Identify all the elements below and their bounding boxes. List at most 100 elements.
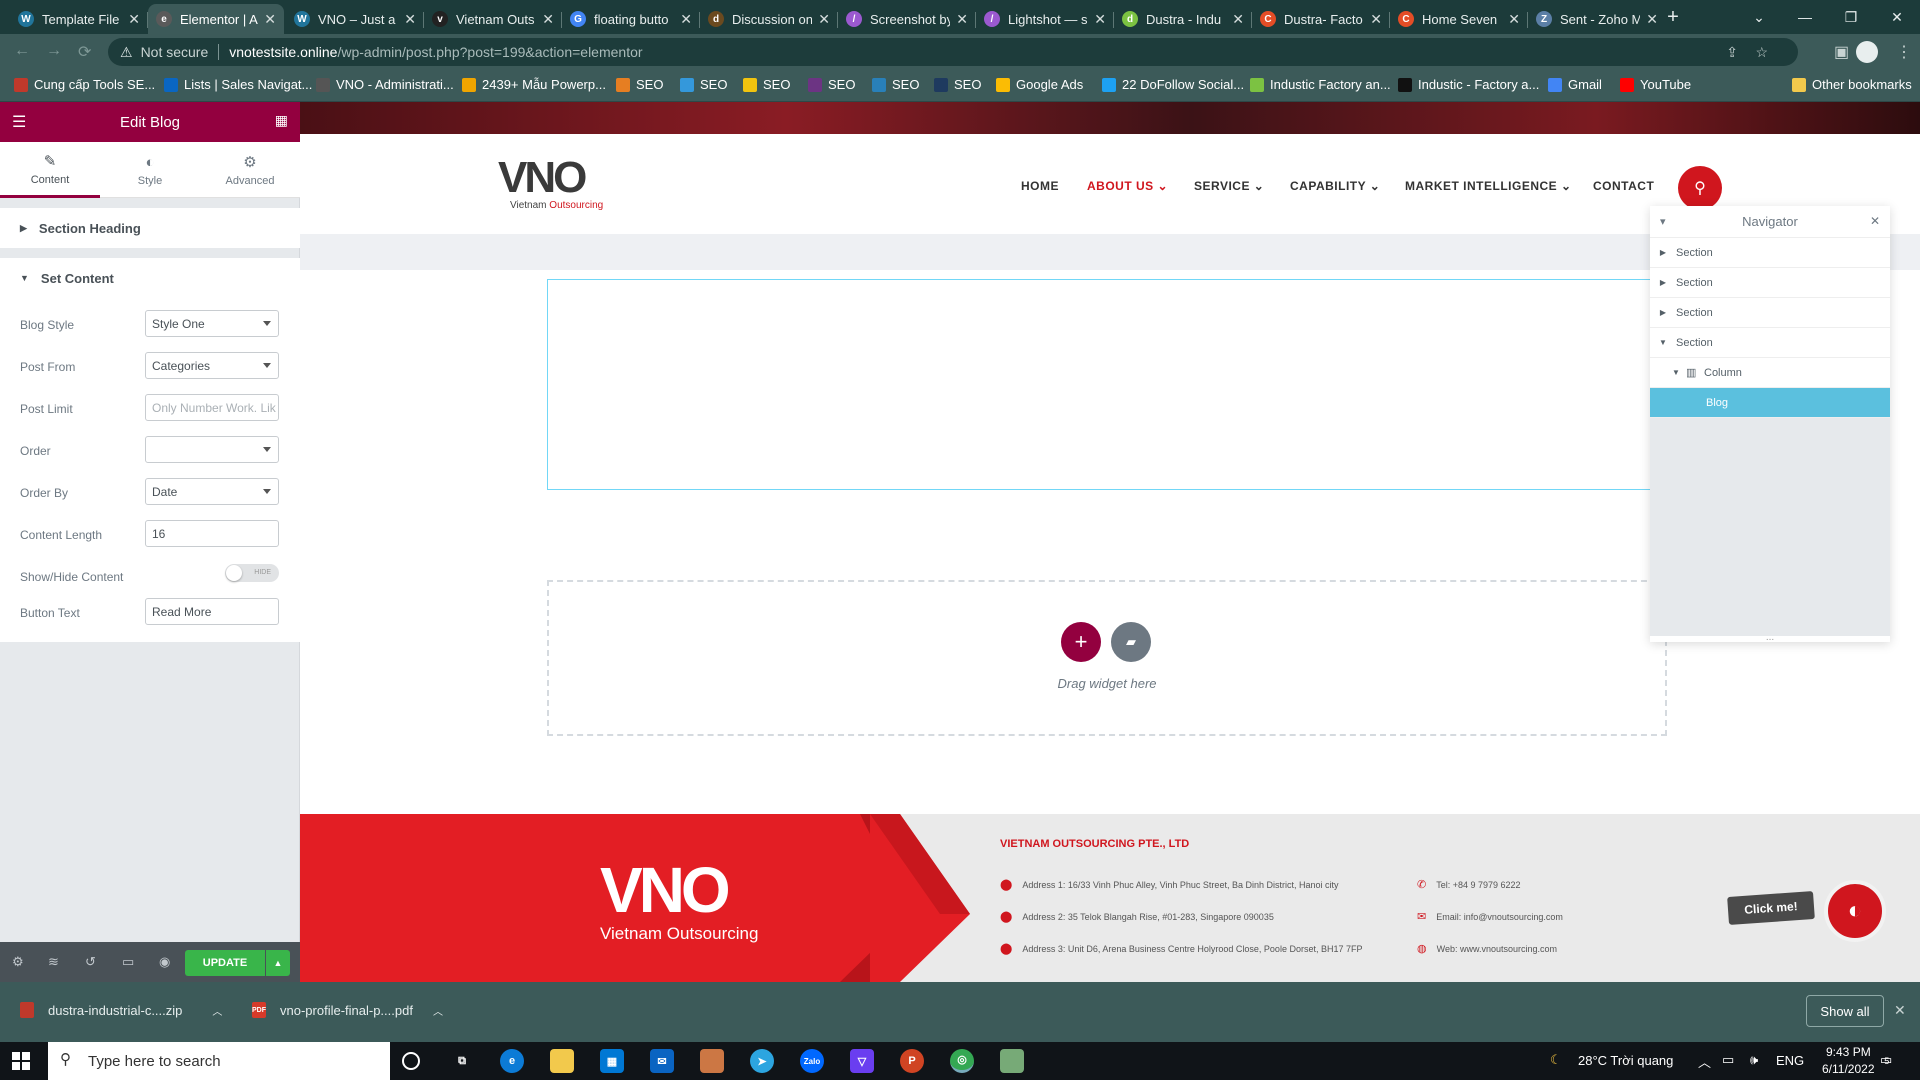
- tab-search-icon[interactable]: ⌄: [1736, 0, 1782, 34]
- cortana-icon[interactable]: [402, 1052, 420, 1070]
- set-content-toggle[interactable]: ▼ Set Content: [0, 258, 300, 298]
- clock-date[interactable]: 6/11/2022: [1822, 1062, 1875, 1076]
- order-select[interactable]: [145, 436, 279, 463]
- browser-tab[interactable]: Z Sent - Zoho M ✕: [1528, 4, 1666, 34]
- language-indicator[interactable]: ENG: [1776, 1053, 1804, 1068]
- hamburger-icon[interactable]: ☰: [12, 112, 26, 132]
- blog-widget-selected[interactable]: [547, 279, 1655, 490]
- other-bookmarks[interactable]: Other bookmarks: [1792, 77, 1912, 92]
- navigator-item[interactable]: ▶ Section: [1650, 238, 1890, 268]
- download-item[interactable]: PDF vno-profile-final-p....pdf ︿: [252, 1002, 443, 1018]
- bookmark-item[interactable]: SEO: [872, 77, 919, 92]
- download-item[interactable]: dustra-industrial-c....zip ︿: [20, 1002, 222, 1018]
- site-logo[interactable]: VNO Vietnam Outsourcing: [498, 156, 618, 216]
- chevron-up-icon[interactable]: ︿: [433, 1003, 443, 1018]
- close-tab-icon[interactable]: ✕: [818, 11, 830, 28]
- add-section-button[interactable]: +: [1061, 622, 1101, 662]
- menu-capability[interactable]: CAPABILITY ⌄: [1290, 179, 1380, 193]
- menu-kebab-icon[interactable]: ⋮: [1896, 42, 1912, 62]
- settings-icon[interactable]: ⚙: [12, 954, 24, 970]
- responsive-icon[interactable]: ▭: [122, 954, 134, 970]
- add-template-button[interactable]: ▰: [1111, 622, 1151, 662]
- bookmark-item[interactable]: Cung cấp Tools SE...: [14, 77, 155, 92]
- close-tab-icon[interactable]: ✕: [680, 11, 692, 28]
- browser-tab[interactable]: W VNO – Just a ✕: [286, 4, 424, 34]
- search-button[interactable]: ⚲: [1678, 166, 1722, 210]
- paint-icon[interactable]: [700, 1049, 724, 1073]
- browser-tab[interactable]: d Dustra - Indu ✕: [1114, 4, 1252, 34]
- collapse-all-icon[interactable]: ▾: [1660, 215, 1666, 228]
- bookmark-item[interactable]: Industic - Factory a...: [1398, 77, 1539, 92]
- navigator-item-blog[interactable]: Blog: [1650, 388, 1890, 418]
- menu-home[interactable]: HOME: [1021, 179, 1059, 193]
- windows-start-icon[interactable]: [12, 1052, 30, 1070]
- browser-tab[interactable]: W Template File ✕: [10, 4, 148, 34]
- bookmark-item[interactable]: Industic Factory an...: [1250, 77, 1391, 92]
- show-all-button[interactable]: Show all: [1806, 995, 1884, 1027]
- url-bar[interactable]: ⚠ Not secure vnotestsite.online /wp-admi…: [108, 38, 1798, 66]
- browser-tab[interactable]: Gfloating butto ✕: [562, 4, 700, 34]
- chevron-up-icon[interactable]: ︿: [212, 1003, 222, 1018]
- bookmark-item[interactable]: VNO - Administrati...: [316, 77, 454, 92]
- drop-zone[interactable]: + ▰ Drag widget here: [547, 580, 1667, 736]
- bookmark-item[interactable]: SEO: [616, 77, 663, 92]
- resize-handle[interactable]: ...: [1650, 632, 1890, 643]
- order-by-select[interactable]: Date: [145, 478, 279, 505]
- content-length-input[interactable]: 16: [145, 520, 279, 547]
- weather-icon[interactable]: ☾: [1550, 1052, 1562, 1068]
- new-tab-button[interactable]: +: [1650, 0, 1696, 34]
- close-tab-icon[interactable]: ✕: [1232, 11, 1244, 28]
- security-label[interactable]: Not secure: [141, 44, 209, 60]
- telegram-icon[interactable]: ➤: [750, 1049, 774, 1073]
- bookmark-item[interactable]: 2439+ Mẫu Powerp...: [462, 77, 606, 92]
- forward-icon[interactable]: →: [46, 42, 62, 60]
- back-icon[interactable]: ←: [14, 42, 30, 60]
- post-from-select[interactable]: Categories: [145, 352, 279, 379]
- warning-icon[interactable]: ⚠: [120, 44, 133, 61]
- edge-icon[interactable]: e: [500, 1049, 524, 1073]
- app-icon[interactable]: [1000, 1049, 1024, 1073]
- tab-advanced[interactable]: ⚙ Advanced: [200, 142, 300, 198]
- section-heading-toggle[interactable]: ▶ Section Heading: [0, 208, 300, 248]
- bookmark-item[interactable]: SEO: [680, 77, 727, 92]
- bookmark-item[interactable]: YouTube: [1620, 77, 1691, 92]
- browser-tab[interactable]: v Vietnam Outs ✕: [424, 4, 562, 34]
- navigator-item-column[interactable]: ▼ ▥ Column: [1650, 358, 1890, 388]
- update-options-button[interactable]: ▲: [266, 950, 290, 976]
- minimize-button[interactable]: —: [1782, 0, 1828, 34]
- extensions-icon[interactable]: ▣: [1834, 42, 1849, 62]
- close-tab-icon[interactable]: ✕: [404, 11, 416, 28]
- widgets-grid-icon[interactable]: ▦: [275, 112, 288, 129]
- menu-about-us[interactable]: ABOUT US ⌄: [1087, 179, 1168, 193]
- share-icon[interactable]: ⇪: [1726, 44, 1738, 61]
- browser-tab[interactable]: C Home Seven ✕: [1390, 4, 1528, 34]
- weather-text[interactable]: 28°C Trời quang: [1578, 1053, 1673, 1068]
- menu-contact[interactable]: CONTACT: [1593, 179, 1654, 193]
- blog-style-select[interactable]: Style One: [145, 310, 279, 337]
- click-me-label[interactable]: Click me!: [1727, 891, 1815, 925]
- show-hide-toggle[interactable]: HIDE: [225, 564, 279, 582]
- post-limit-input[interactable]: Only Number Work. Lik: [145, 394, 279, 421]
- button-text-input[interactable]: Read More: [145, 598, 279, 625]
- mail-icon[interactable]: ✉: [650, 1049, 674, 1073]
- volume-icon[interactable]: 🕪: [1750, 1052, 1758, 1068]
- bookmark-item[interactable]: SEO: [934, 77, 981, 92]
- close-icon[interactable]: ✕: [1870, 214, 1880, 228]
- tab-style[interactable]: ◐ Style: [100, 142, 200, 198]
- task-view-icon[interactable]: ⧉: [450, 1049, 474, 1073]
- history-icon[interactable]: ↺: [85, 954, 96, 970]
- store-icon[interactable]: ▦: [600, 1049, 624, 1073]
- close-tab-icon[interactable]: ✕: [128, 11, 140, 28]
- powerpoint-icon[interactable]: P: [900, 1049, 924, 1073]
- bookmark-star-icon[interactable]: ☆: [1755, 44, 1768, 61]
- menu-service[interactable]: SERVICE ⌄: [1194, 179, 1264, 193]
- close-tab-icon[interactable]: ✕: [542, 11, 554, 28]
- tray-chevron-icon[interactable]: ︿: [1698, 1052, 1711, 1071]
- bookmark-item[interactable]: SEO: [808, 77, 855, 92]
- clock-time[interactable]: 9:43 PM: [1826, 1045, 1871, 1059]
- close-tab-icon[interactable]: ✕: [1370, 11, 1382, 28]
- notification-icon[interactable]: ▭5: [1880, 1052, 1892, 1068]
- update-button[interactable]: UPDATE: [185, 950, 265, 976]
- app-icon[interactable]: ▽: [850, 1049, 874, 1073]
- chrome-icon[interactable]: ◎: [950, 1049, 974, 1073]
